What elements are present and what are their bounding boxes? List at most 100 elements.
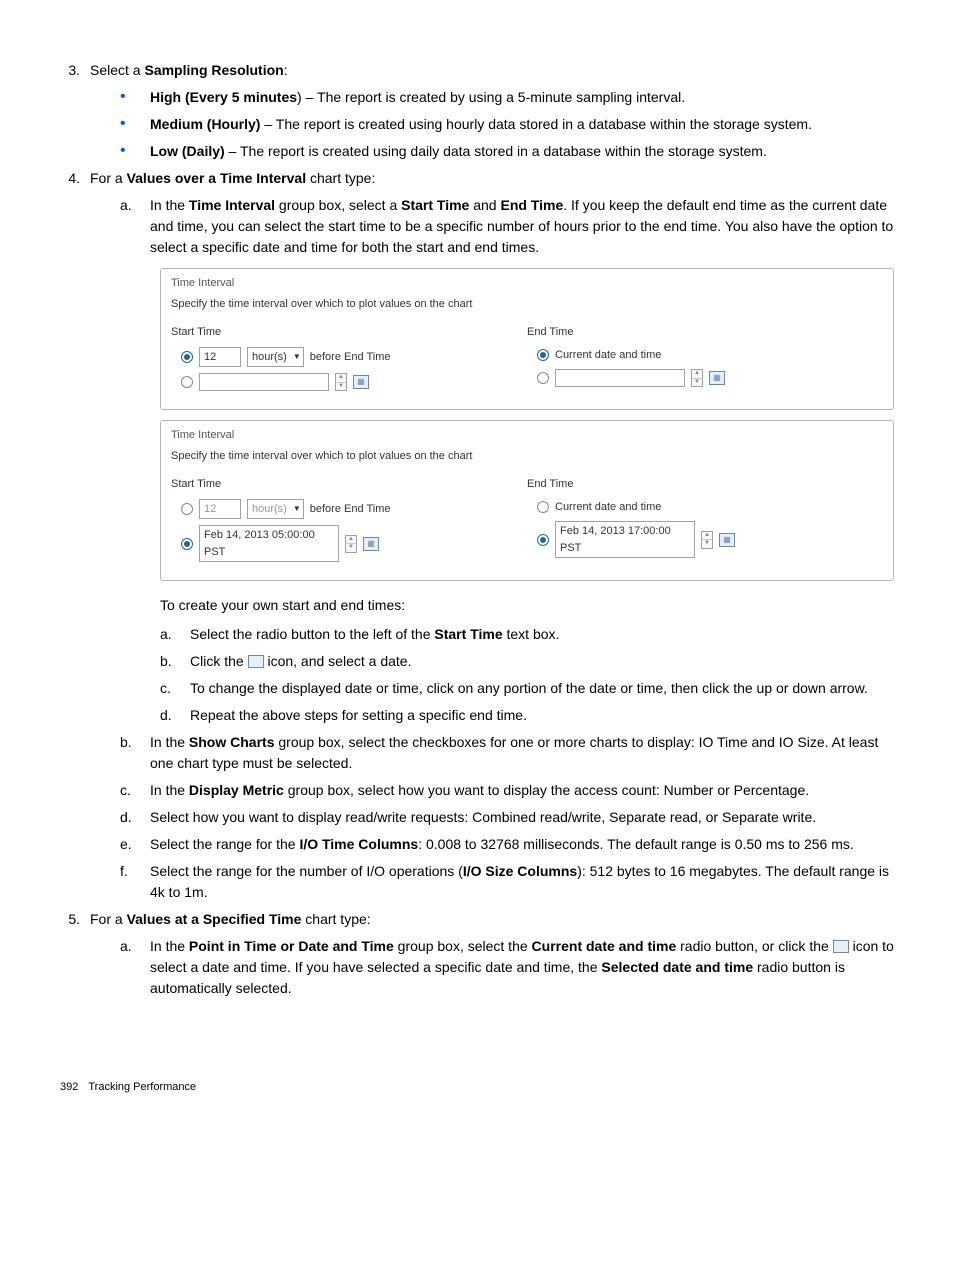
time-interval-panel-1: Time Interval Specify the time interval … — [160, 268, 894, 410]
sub-text: Select the range for the I/O Time Column… — [150, 834, 894, 855]
nest-label: b. — [160, 651, 190, 672]
text-bold: High (Every 5 minutes — [150, 89, 297, 105]
start-date-input[interactable]: Feb 14, 2013 05:00:00 PST — [199, 525, 339, 562]
calendar-icon[interactable]: ▦ — [353, 375, 369, 389]
text-bold: Low (Daily) — [150, 143, 225, 159]
start-time-label: Start Time — [171, 476, 527, 493]
nest-label: c. — [160, 678, 190, 699]
end-specific-radio[interactable] — [537, 534, 549, 546]
sub-label: f. — [120, 861, 150, 903]
text-bold: Point in Time or Date and Time — [189, 938, 394, 954]
end-current-radio[interactable] — [537, 349, 549, 361]
sub-label: b. — [120, 732, 150, 774]
text: group box, select the — [394, 938, 532, 954]
text: In the — [150, 782, 189, 798]
footer-title: Tracking Performance — [88, 1079, 196, 1096]
start-relative-radio[interactable] — [181, 503, 193, 515]
calendar-icon — [833, 940, 849, 953]
text: radio — [676, 938, 711, 954]
unit-select[interactable]: hour(s) ▼ — [247, 499, 304, 520]
text-bold: Start Time — [401, 197, 469, 213]
start-time-label: Start Time — [171, 324, 527, 341]
intro-text: To create your own start and end times: — [160, 595, 894, 616]
spinner[interactable]: ▲▼ — [345, 535, 357, 553]
text: and — [469, 197, 500, 213]
text-bold: Sampling Resolution — [144, 62, 283, 78]
spinner[interactable]: ▲▼ — [701, 531, 713, 549]
text-bold: Start Time — [434, 626, 502, 642]
nest-a: a. Select the radio button to the left o… — [160, 624, 894, 645]
start-date-input[interactable] — [199, 373, 329, 391]
bullet-text: Medium (Hourly) – The report is created … — [150, 114, 894, 135]
text: Select the range for the — [150, 836, 299, 852]
hours-input[interactable]: 12 — [199, 347, 241, 368]
select-value: hour(s) — [252, 501, 287, 518]
text: : 0.008 to 32768 milliseconds. The defau… — [418, 836, 854, 852]
spinner[interactable]: ▲▼ — [335, 373, 347, 391]
calendar-icon — [248, 655, 264, 668]
step-number: 4. — [60, 168, 90, 189]
sub-text: Select the range for the number of I/O o… — [150, 861, 894, 903]
text-bold: Display Metric — [189, 782, 284, 798]
end-date-input[interactable] — [555, 369, 685, 387]
nest-text: Repeat the above steps for setting a spe… — [190, 705, 894, 726]
step-4b: b. In the Show Charts group box, select … — [120, 732, 894, 774]
end-current-radio[interactable] — [537, 501, 549, 513]
text-bold: I/O Time Columns — [299, 836, 418, 852]
sub-text: In the Time Interval group box, select a… — [150, 195, 894, 258]
step-4c: c. In the Display Metric group box, sele… — [120, 780, 894, 801]
step-4d: d. Select how you want to display read/w… — [120, 807, 894, 828]
step-text: Select a Sampling Resolution: — [90, 60, 894, 81]
panel-desc: Specify the time interval over which to … — [171, 448, 883, 465]
nest-text: Select the radio button to the left of t… — [190, 624, 894, 645]
end-specific-radio[interactable] — [537, 372, 549, 384]
text: Select the range for the number of I/O o… — [150, 863, 463, 879]
page-number: 392 — [60, 1079, 78, 1096]
end-time-label: End Time — [527, 476, 883, 493]
text-bold: Current date and time — [532, 938, 677, 954]
start-specific-radio[interactable] — [181, 376, 193, 388]
step-text: For a Values over a Time Interval chart … — [90, 168, 894, 189]
sub-text: In the Display Metric group box, select … — [150, 780, 894, 801]
text: Click the — [190, 653, 248, 669]
step-number: 5. — [60, 909, 90, 930]
before-end-label: before End Time — [310, 349, 391, 366]
text: In the — [150, 197, 189, 213]
end-time-label: End Time — [527, 324, 883, 341]
sub-text: In the Point in Time or Date and Time gr… — [150, 936, 894, 999]
bullet-dot: • — [120, 114, 150, 135]
step-4f: f. Select the range for the number of I/… — [120, 861, 894, 903]
text: text box. — [503, 626, 560, 642]
sub-text: Select how you want to display read/writ… — [150, 807, 894, 828]
step-4e: e. Select the range for the I/O Time Col… — [120, 834, 894, 855]
calendar-icon[interactable]: ▦ — [719, 533, 735, 547]
nest-d: d. Repeat the above steps for setting a … — [160, 705, 894, 726]
spinner[interactable]: ▲▼ — [691, 369, 703, 387]
start-specific-radio[interactable] — [181, 538, 193, 550]
text-bold: End Time — [500, 197, 563, 213]
time-interval-panel-2: Time Interval Specify the time interval … — [160, 420, 894, 581]
calendar-icon[interactable]: ▦ — [363, 537, 379, 551]
end-date-input[interactable]: Feb 14, 2013 17:00:00 PST — [555, 521, 695, 558]
bullet-text: High (Every 5 minutes) – The report is c… — [150, 87, 894, 108]
hours-input[interactable]: 12 — [199, 499, 241, 520]
step-4: 4. For a Values over a Time Interval cha… — [60, 168, 894, 189]
bullet-low: • Low (Daily) – The report is created us… — [120, 141, 894, 162]
text: chart type: — [306, 170, 375, 186]
step-number: 3. — [60, 60, 90, 81]
sub-label: d. — [120, 807, 150, 828]
text-bold: Values over a Time Interval — [127, 170, 307, 186]
calendar-icon[interactable]: ▦ — [709, 371, 725, 385]
nest-c: c. To change the displayed date or time,… — [160, 678, 894, 699]
text: group box, select how you want to displa… — [284, 782, 809, 798]
text-bold: Show Charts — [189, 734, 275, 750]
bullet-dot: • — [120, 87, 150, 108]
text: In the — [150, 734, 189, 750]
nest-label: d. — [160, 705, 190, 726]
chevron-down-icon: ▼ — [293, 503, 301, 515]
panel-title: Time Interval — [171, 427, 883, 444]
start-relative-radio[interactable] — [181, 351, 193, 363]
bullet-high: • High (Every 5 minutes) – The report is… — [120, 87, 894, 108]
unit-select[interactable]: hour(s)▼ — [247, 347, 304, 368]
step-5a: a. In the Point in Time or Date and Time… — [120, 936, 894, 999]
